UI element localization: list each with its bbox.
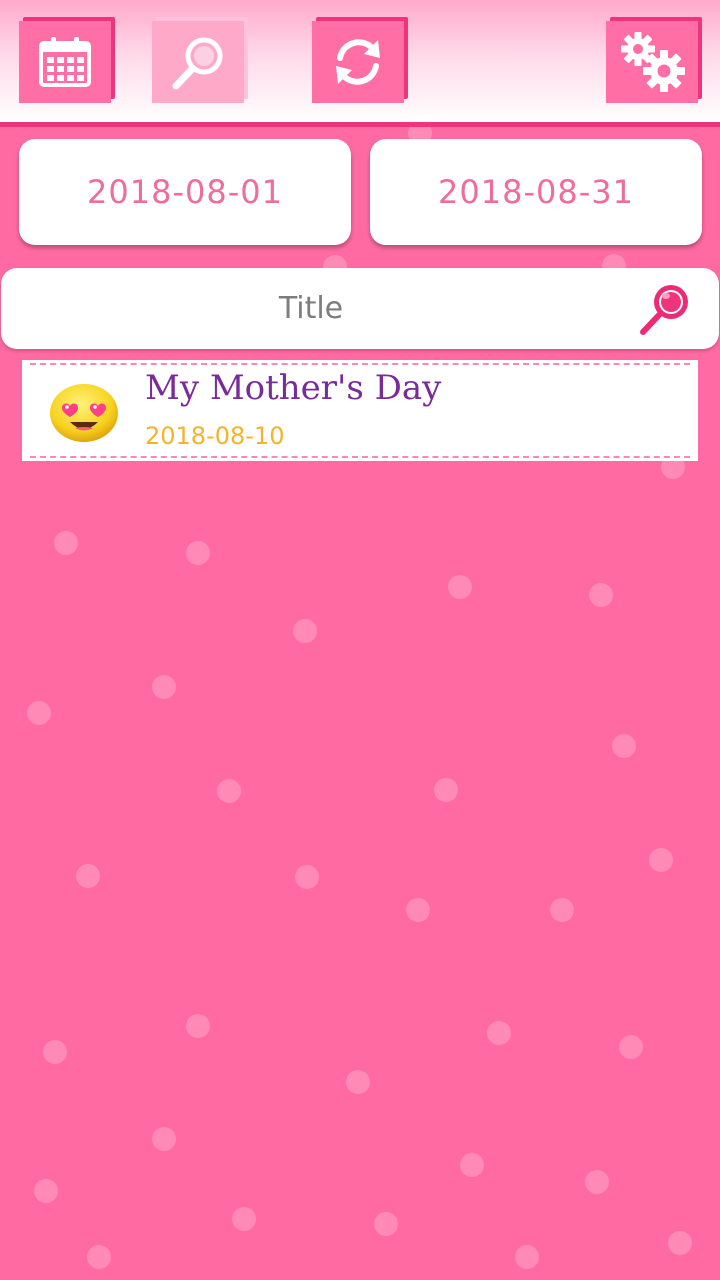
list-item[interactable]: My Mother's Day 2018-08-10 <box>22 360 698 461</box>
refresh-icon <box>336 39 380 85</box>
heart-eyes-emoji-icon <box>50 384 118 442</box>
search-tab-button[interactable] <box>152 17 248 103</box>
calendar-button[interactable] <box>19 17 115 103</box>
end-date-value: 2018-08-31 <box>438 173 634 211</box>
settings-button[interactable] <box>606 17 702 103</box>
entry-title: My Mother's Day <box>145 368 442 408</box>
start-date-picker[interactable]: 2018-08-01 <box>19 139 351 245</box>
top-toolbar <box>0 0 720 127</box>
title-search-bar <box>1 268 719 349</box>
start-date-value: 2018-08-01 <box>87 173 283 211</box>
title-search-input[interactable] <box>1 268 621 349</box>
end-date-picker[interactable]: 2018-08-31 <box>370 139 702 245</box>
refresh-button[interactable] <box>312 17 408 103</box>
calendar-icon <box>39 37 91 87</box>
magnifier-icon <box>640 285 688 335</box>
settings-icon <box>621 32 685 92</box>
search-icon <box>172 37 223 90</box>
search-submit-button[interactable] <box>635 280 695 340</box>
entry-date: 2018-08-10 <box>145 422 285 450</box>
